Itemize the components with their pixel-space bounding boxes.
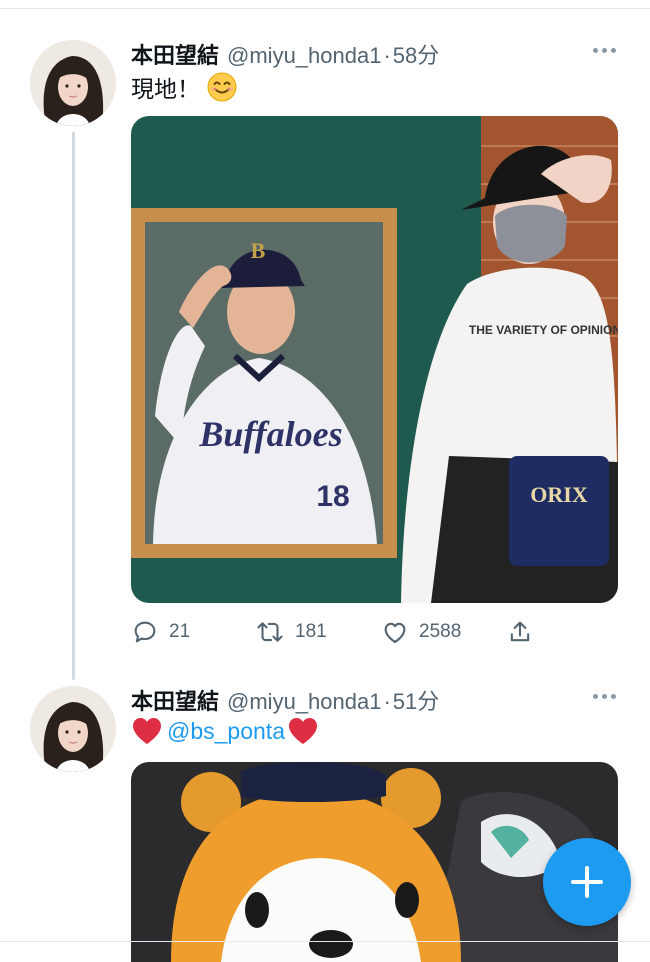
retweet-count: 181	[295, 621, 327, 642]
author-name[interactable]: 本田望結	[131, 684, 219, 716]
svg-text:Buffaloes: Buffaloes	[198, 414, 342, 454]
timestamp[interactable]: 58分	[393, 38, 439, 70]
like-count: 2588	[419, 621, 462, 642]
dot-separator: ·	[383, 689, 391, 714]
retweet-icon	[257, 622, 283, 642]
top-divider	[0, 8, 650, 9]
compose-button[interactable]	[543, 838, 631, 926]
svg-text:THE VARIETY OF OPINIONS: THE VARIETY OF OPINIONS	[469, 323, 618, 337]
tweet-text: 現地！	[131, 76, 200, 102]
reply-icon	[134, 621, 156, 643]
author-handle[interactable]: @miyu_honda1	[227, 689, 381, 715]
avatar[interactable]	[30, 40, 116, 126]
author-handle[interactable]: @miyu_honda1	[227, 43, 381, 69]
red-heart-emoji	[289, 718, 317, 744]
thread-connector-line	[72, 132, 75, 680]
timestamp[interactable]: 51分	[393, 684, 439, 716]
like-icon	[384, 622, 406, 643]
tweet-actions: 21 181 2588	[131, 618, 551, 646]
tweet-photo[interactable]: B Buffaloes 18 ORIX THE VARIETY OF OPINI…	[131, 116, 618, 603]
share-button[interactable]	[506, 618, 534, 646]
reply-count: 21	[169, 621, 191, 642]
mention-link[interactable]: @bs_ponta	[167, 718, 285, 745]
red-heart-emoji	[133, 718, 161, 744]
smiling-face-emoji	[207, 72, 237, 102]
svg-text:18: 18	[316, 480, 349, 513]
svg-text:B: B	[251, 238, 266, 263]
avatar[interactable]	[30, 686, 116, 772]
more-icon[interactable]	[593, 48, 617, 54]
bottom-divider	[0, 941, 650, 942]
reply-button[interactable]: 21	[131, 618, 190, 646]
svg-text:ORIX: ORIX	[530, 482, 588, 507]
share-icon	[510, 621, 530, 642]
more-icon[interactable]	[593, 694, 617, 700]
author-name[interactable]: 本田望結	[131, 38, 219, 70]
dot-separator: ·	[383, 43, 391, 68]
like-button[interactable]: 2588	[381, 618, 461, 646]
retweet-button[interactable]: 181	[255, 618, 327, 646]
compose-icon	[571, 866, 603, 898]
